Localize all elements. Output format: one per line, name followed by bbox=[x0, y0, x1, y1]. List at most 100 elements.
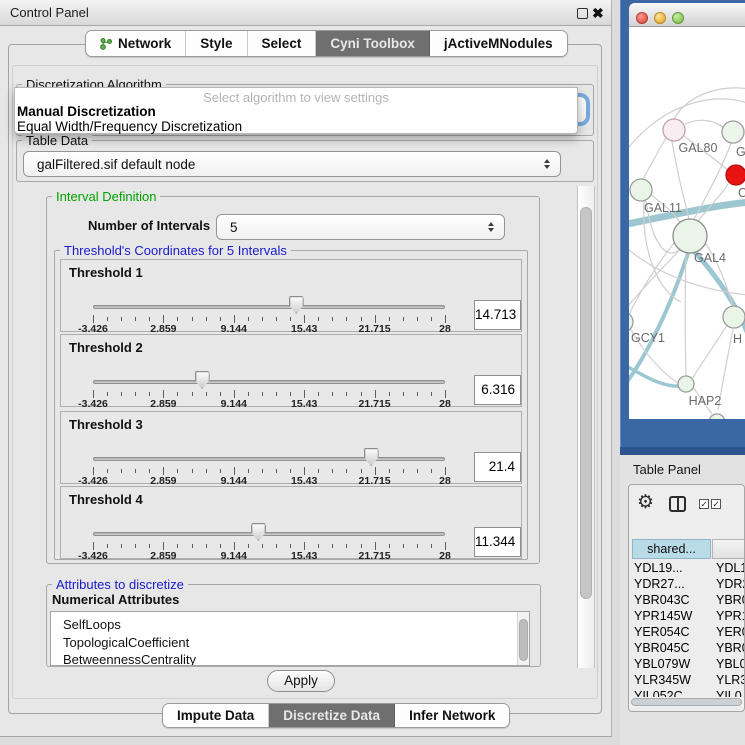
slider-tick bbox=[149, 317, 150, 321]
slider-tick bbox=[262, 317, 263, 321]
threshold-slider-thumb[interactable] bbox=[364, 448, 379, 466]
float-window-icon[interactable] bbox=[577, 8, 588, 19]
dropdown-option[interactable]: Equal Width/Frequency Discretization bbox=[17, 119, 242, 134]
slider-tick bbox=[403, 544, 404, 548]
threshold-value-field[interactable]: 14.713 bbox=[474, 300, 521, 330]
network-node[interactable] bbox=[630, 179, 652, 201]
numerical-attributes-list[interactable]: SelfLoopsTopologicalCoefficientBetweenne… bbox=[50, 611, 530, 666]
network-node[interactable] bbox=[673, 219, 707, 253]
slider-tick bbox=[389, 469, 390, 473]
table-cell-name: YDR2 bbox=[716, 577, 745, 591]
split-columns-icon[interactable] bbox=[669, 496, 686, 512]
threshold-slider-track[interactable] bbox=[93, 457, 445, 461]
slider-tick bbox=[107, 469, 108, 473]
slider-tick bbox=[361, 469, 362, 473]
slider-tick bbox=[177, 544, 178, 548]
slider-tick bbox=[163, 542, 164, 550]
attribute-list-item[interactable]: SelfLoops bbox=[51, 616, 529, 634]
number-of-intervals-combobox[interactable]: 5 bbox=[216, 214, 505, 240]
threshold-slider-thumb[interactable] bbox=[289, 296, 304, 314]
table-cell-shared-name: YPR145W bbox=[634, 609, 692, 623]
threshold-value-field[interactable]: 21.4 bbox=[474, 452, 521, 482]
combo-stepper-icon[interactable] bbox=[488, 222, 494, 232]
slider-tick bbox=[163, 467, 164, 475]
close-icon[interactable]: ✖ bbox=[592, 3, 604, 23]
tab-network[interactable]: Network bbox=[86, 31, 186, 56]
slider-tick bbox=[431, 469, 432, 473]
checkbox-icon[interactable]: ✓ bbox=[699, 499, 709, 509]
tab-select[interactable]: Select bbox=[248, 31, 317, 56]
table-row[interactable]: YBR045CYBR0 bbox=[629, 641, 745, 657]
table-row[interactable]: YPR145WYPR1 bbox=[629, 609, 745, 625]
table-row[interactable]: YBR043CYBR0 bbox=[629, 593, 745, 609]
minimize-traffic-light-icon[interactable] bbox=[654, 12, 666, 24]
network-node-label: GAL80 bbox=[679, 141, 718, 155]
table-hscrollbar-thumb[interactable] bbox=[631, 698, 742, 706]
table-data-combobox[interactable]: galFiltered.sif default node bbox=[23, 151, 561, 177]
attribute-list-item[interactable]: TopologicalCoefficient bbox=[51, 634, 529, 652]
threshold-value-field[interactable]: 6.316 bbox=[474, 375, 521, 405]
network-node[interactable] bbox=[722, 121, 744, 143]
table-hscrollbar-track[interactable] bbox=[629, 697, 744, 707]
content-scrollbar-thumb[interactable] bbox=[580, 207, 592, 599]
network-node[interactable] bbox=[629, 312, 633, 332]
table-cell-shared-name: YDR27... bbox=[634, 577, 685, 591]
slider-tick bbox=[248, 392, 249, 396]
close-traffic-light-icon[interactable] bbox=[636, 12, 648, 24]
tab-label: Style bbox=[200, 36, 232, 51]
network-node[interactable] bbox=[726, 165, 745, 185]
network-canvas[interactable]: GAL80GACGAL11GAL4GCY1HHAP2 bbox=[629, 27, 745, 419]
table-row[interactable]: YLR345WYLR3 bbox=[629, 673, 745, 689]
slider-tick bbox=[276, 392, 277, 396]
threshold-slider-thumb[interactable] bbox=[195, 371, 210, 389]
slider-tick-label: 2.859 bbox=[133, 550, 193, 562]
table-row[interactable]: YDL19...YDL1 bbox=[629, 561, 745, 577]
settings-gear-icon[interactable]: ⚙ bbox=[637, 493, 654, 513]
table-row[interactable]: YBL079WYBL0 bbox=[629, 657, 745, 673]
slider-tick-label: 21.715 bbox=[345, 398, 405, 410]
bottom-tab-infer-network[interactable]: Infer Network bbox=[395, 704, 509, 727]
bottom-tab-impute-data[interactable]: Impute Data bbox=[163, 704, 269, 727]
slider-tick bbox=[234, 542, 235, 550]
top-tabstrip: Network Style SelectCyni ToolboxjActiveMNo… bbox=[85, 30, 568, 57]
slider-tick bbox=[262, 469, 263, 473]
apply-button[interactable]: Apply bbox=[267, 670, 335, 692]
threshold-slider-track[interactable] bbox=[93, 532, 445, 536]
tab-style[interactable]: Style bbox=[186, 31, 247, 56]
table-cell-shared-name: YBL079W bbox=[634, 657, 690, 671]
table-row[interactable]: YDR27... YDR2 bbox=[629, 577, 745, 593]
tab-jactivemnodules[interactable]: jActiveMNodules bbox=[430, 31, 567, 56]
slider-tick bbox=[135, 317, 136, 321]
zoom-traffic-light-icon[interactable] bbox=[672, 12, 684, 24]
table-cell-shared-name: YLR345W bbox=[634, 673, 691, 687]
attribute-list-item[interactable]: BetweennessCentrality bbox=[51, 651, 529, 666]
checkbox-icon[interactable]: ✓ bbox=[711, 499, 721, 509]
column-header-name[interactable]: na bbox=[712, 539, 745, 559]
slider-tick-label: 21.715 bbox=[345, 550, 405, 562]
table-data-group-title: Table Data bbox=[22, 133, 92, 148]
slider-tick bbox=[332, 317, 333, 321]
slider-tick bbox=[417, 317, 418, 321]
network-node[interactable] bbox=[663, 119, 685, 141]
slider-tick bbox=[234, 390, 235, 398]
tab-cyni-toolbox[interactable]: Cyni Toolbox bbox=[316, 31, 430, 56]
threshold-slider-thumb[interactable] bbox=[251, 523, 266, 541]
bottom-tab-discretize-data[interactable]: Discretize Data bbox=[269, 704, 395, 727]
threshold-slider-track[interactable] bbox=[93, 305, 445, 309]
slider-tick-label: 2.859 bbox=[133, 398, 193, 410]
slider-tick bbox=[431, 392, 432, 396]
threshold-value-field[interactable]: 11.344 bbox=[474, 527, 521, 557]
column-header-shared[interactable]: shared... bbox=[632, 539, 711, 559]
table-row[interactable]: YER054CYER0 bbox=[629, 625, 745, 641]
combo-stepper-icon[interactable] bbox=[544, 159, 550, 169]
threshold-slider-track[interactable] bbox=[93, 380, 445, 384]
bottom-tabstrip: Impute DataDiscretize DataInfer Network bbox=[162, 703, 510, 728]
network-node[interactable] bbox=[723, 306, 745, 328]
slider-tick bbox=[107, 317, 108, 321]
network-node[interactable] bbox=[709, 414, 725, 419]
slider-tick-label: 28 bbox=[415, 550, 475, 562]
dropdown-option[interactable]: Manual Discretization bbox=[17, 104, 156, 119]
slider-tick bbox=[177, 469, 178, 473]
network-node[interactable] bbox=[678, 376, 694, 392]
list-scrollbar-thumb[interactable] bbox=[519, 619, 528, 661]
